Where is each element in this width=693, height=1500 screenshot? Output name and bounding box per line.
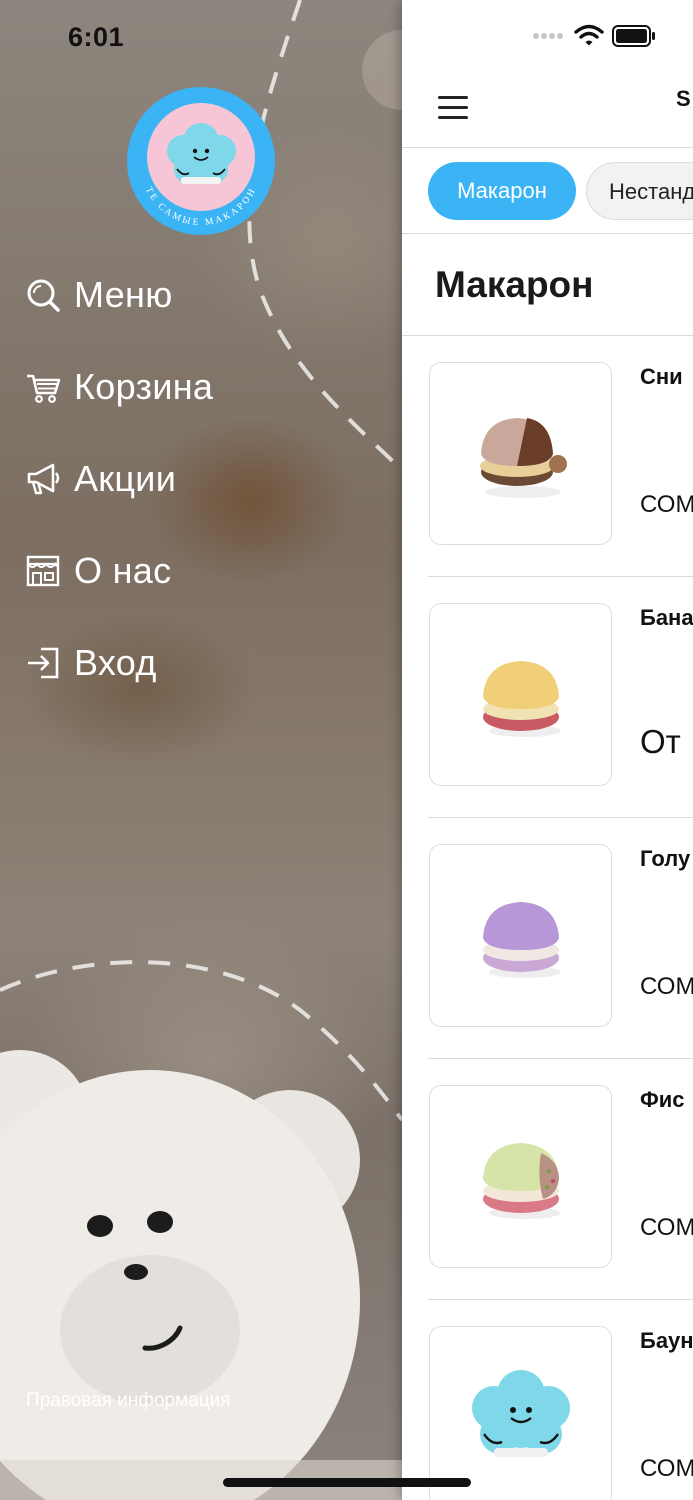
menu-item-menu[interactable]: Меню [24, 270, 384, 320]
product-card[interactable]: Баун СОМ [402, 1300, 693, 1500]
product-meta: СОМ [640, 491, 693, 518]
product-name: Фис [640, 1087, 685, 1112]
product-card[interactable]: Сни СОМ [402, 336, 693, 577]
product-card[interactable]: Бана От [402, 577, 693, 818]
drawer-menu: Меню Корзина Акции О нас Вход [24, 270, 384, 730]
main-panel: S Макарон Нестанд Макарон Сни СОМ Бана О… [402, 0, 693, 1500]
product-card[interactable]: Голу СОМ [402, 818, 693, 1059]
section-title: Макарон [435, 264, 594, 305]
product-meta: СОМ [640, 1214, 693, 1241]
tab-non-standard[interactable]: Нестанд [586, 162, 693, 220]
wifi-icon [574, 24, 604, 46]
menu-item-label: О нас [74, 550, 172, 591]
product-name: Голу [640, 846, 691, 871]
hamburger-menu-icon[interactable] [438, 96, 468, 122]
category-tabs: Макарон Нестанд [402, 148, 693, 234]
product-card[interactable]: Фис СОМ [402, 1059, 693, 1300]
battery-icon [612, 25, 655, 47]
top-app-bar: S [402, 70, 693, 148]
home-indicator[interactable] [223, 1478, 471, 1487]
product-image [429, 1326, 612, 1500]
menu-item-login[interactable]: Вход [24, 638, 384, 688]
brand-logo: ТЕ САМЫЕ МАКАРОН [127, 87, 275, 235]
menu-item-promotions[interactable]: Акции [24, 454, 384, 504]
navigation-drawer: 6:01 ТЕ САМЫЕ МАКАРОН Меню Корзина Акции… [0, 0, 402, 1500]
section-header: Макарон [402, 234, 693, 336]
product-name: Сни [640, 364, 683, 389]
product-meta: СОМ [640, 1455, 693, 1482]
megaphone-icon [24, 460, 62, 498]
cart-icon [24, 368, 62, 406]
store-icon [24, 552, 62, 590]
login-icon [24, 644, 62, 682]
product-image [429, 1085, 612, 1268]
product-name: Бана [640, 605, 693, 630]
header-title: S [676, 86, 691, 111]
product-meta: СОМ [640, 973, 693, 1000]
menu-item-label: Вход [74, 642, 157, 683]
tab-macaron[interactable]: Макарон [428, 162, 576, 220]
menu-item-cart[interactable]: Корзина [24, 362, 384, 412]
product-name: Баун [640, 1328, 693, 1353]
menu-item-label: Корзина [74, 366, 214, 407]
status-icons [532, 24, 656, 48]
menu-item-about[interactable]: О нас [24, 546, 384, 596]
bear-cookie-illustration [0, 1050, 402, 1500]
menu-item-label: Акции [74, 458, 177, 499]
menu-item-label: Меню [74, 274, 173, 315]
status-time: 6:01 [68, 22, 125, 52]
product-image [429, 603, 612, 786]
product-image [429, 844, 612, 1027]
search-icon [24, 276, 62, 314]
product-image [429, 362, 612, 545]
legal-info-link[interactable]: Правовая информация [26, 1390, 231, 1412]
product-price: От [640, 723, 681, 760]
cellular-signal-icon [533, 33, 563, 39]
